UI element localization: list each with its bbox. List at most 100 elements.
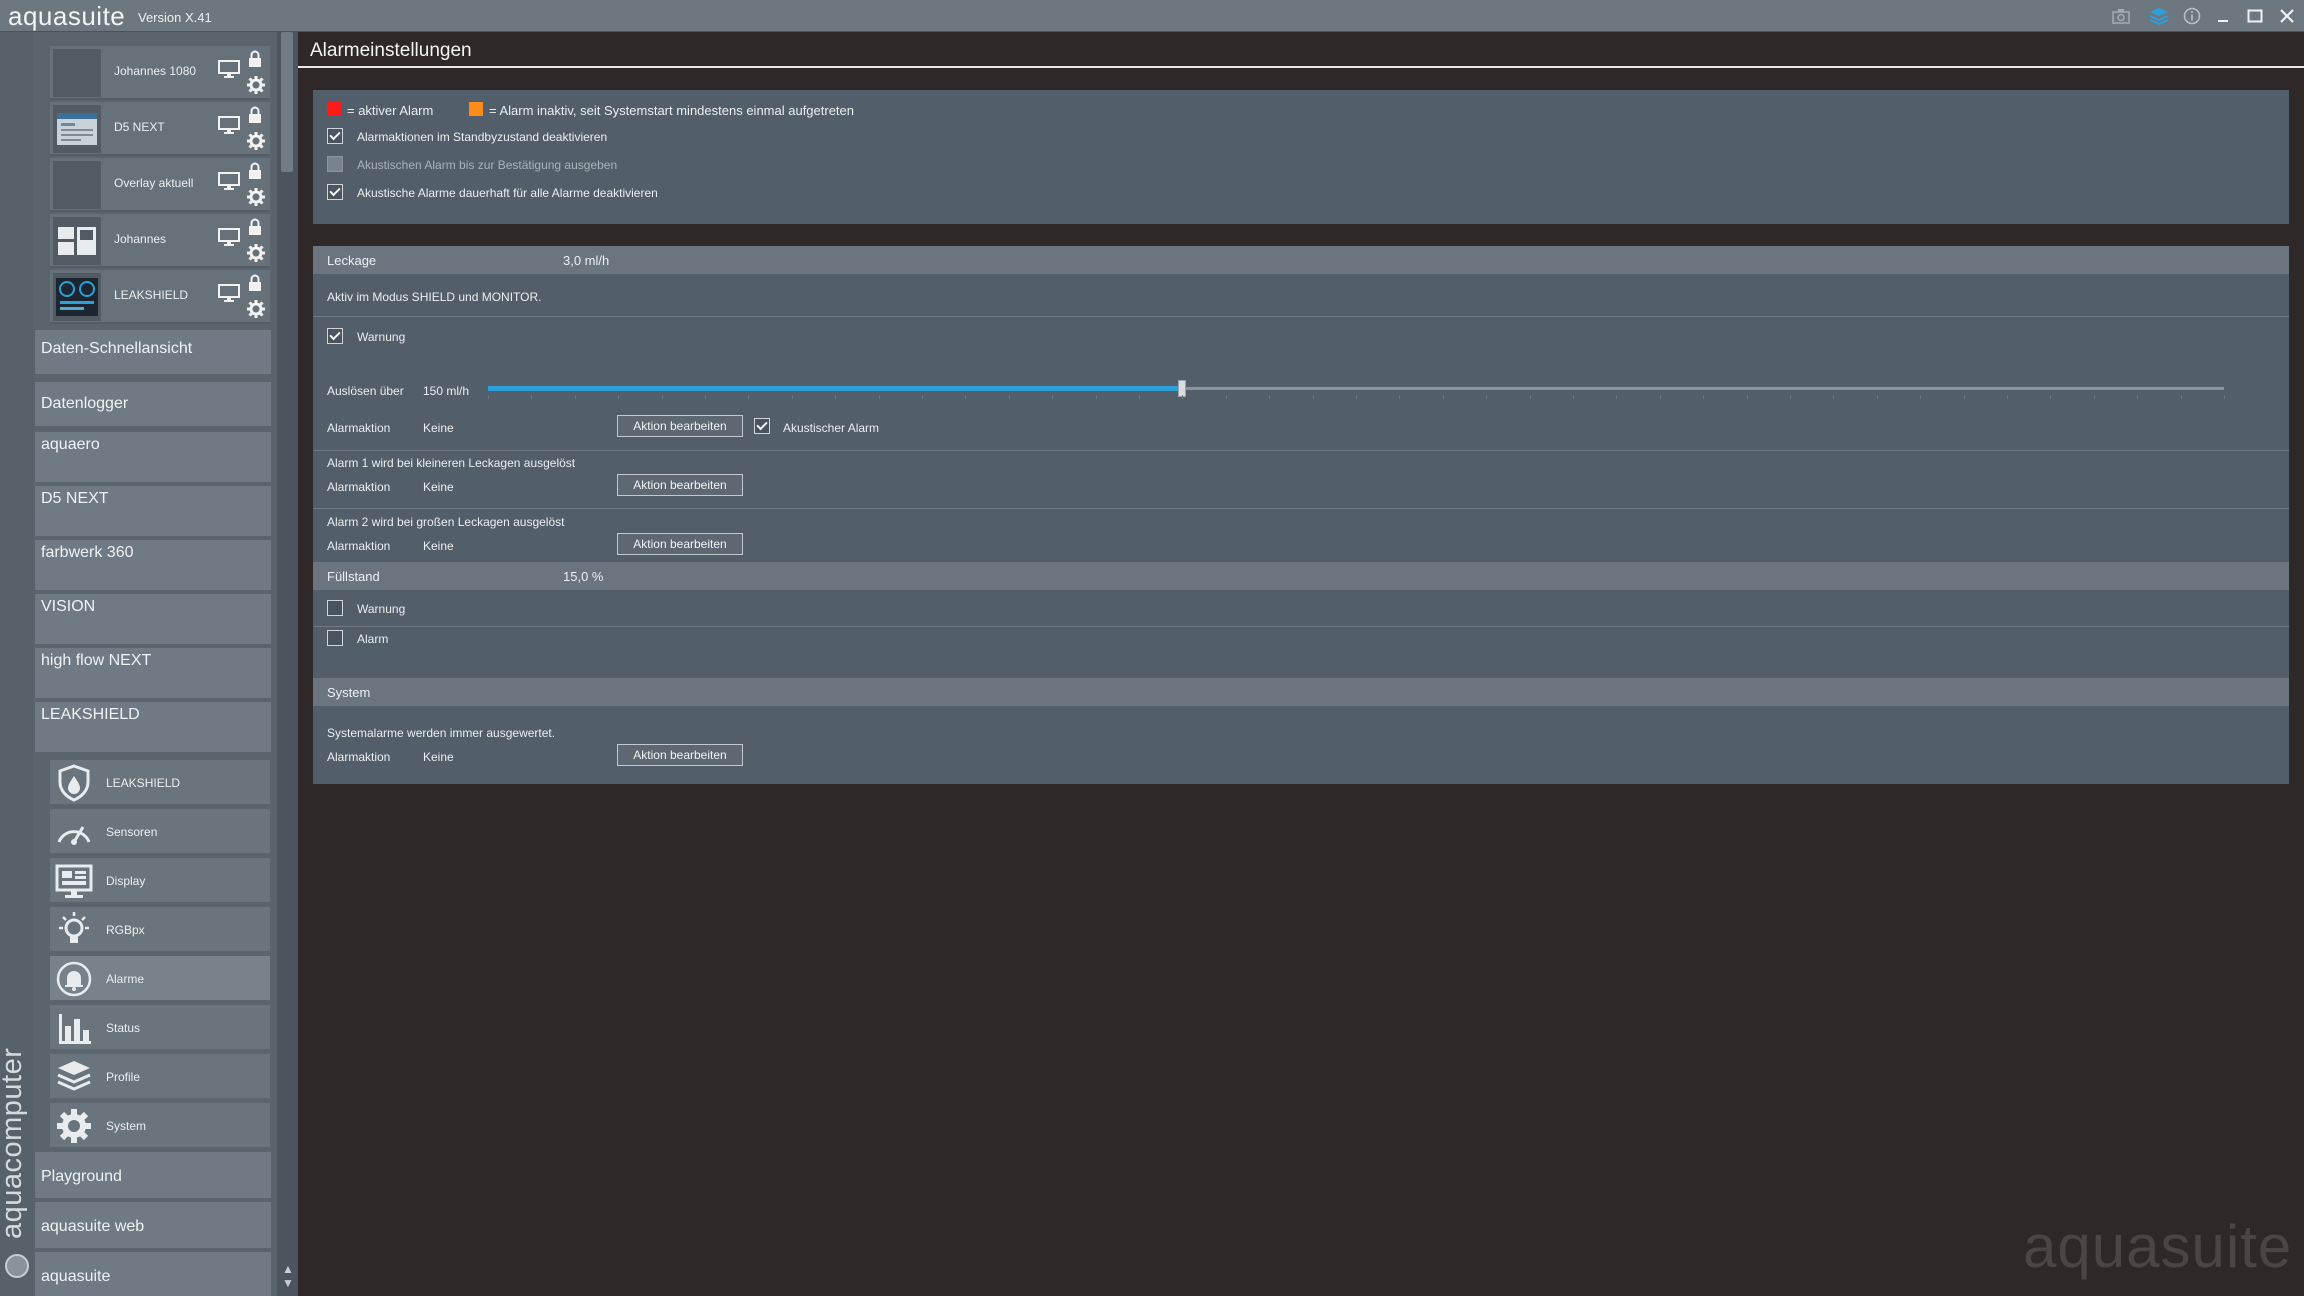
dashboard-label: D5 NEXT bbox=[114, 120, 165, 134]
dashboard-item[interactable]: D5 NEXT bbox=[50, 102, 270, 156]
system-edit-action-button[interactable]: Aktion bearbeiten bbox=[617, 744, 743, 766]
app-version: Version X.41 bbox=[138, 10, 212, 25]
sub-item-system[interactable]: System bbox=[50, 1103, 270, 1149]
sub-item-label: Alarme bbox=[106, 972, 145, 986]
trigger-slider[interactable] bbox=[488, 380, 2225, 399]
alarm2-edit-action-button[interactable]: Aktion bearbeiten bbox=[617, 533, 743, 555]
standby-disable-checkbox[interactable] bbox=[327, 128, 343, 144]
layers-icon[interactable] bbox=[2146, 4, 2172, 28]
inactive-alarm-swatch bbox=[469, 102, 483, 116]
lock-icon[interactable] bbox=[247, 106, 263, 127]
camera-icon[interactable] bbox=[2108, 4, 2134, 28]
nav-item-d5-next[interactable]: D5 NEXT bbox=[35, 486, 271, 538]
monitor-icon[interactable] bbox=[218, 60, 240, 81]
leak-warning-checkbox[interactable] bbox=[327, 328, 343, 344]
general-settings-panel: = aktiver Alarm = Alarm inaktiv, seit Sy… bbox=[313, 90, 2289, 224]
dashboard-item[interactable]: LEAKSHIELD bbox=[50, 270, 270, 324]
monitor-icon[interactable] bbox=[218, 284, 240, 305]
nav-item-aquaero[interactable]: aquaero bbox=[35, 432, 271, 484]
acoustic-disable-all-checkbox[interactable] bbox=[327, 184, 343, 200]
acoustic-disable-all-label: Akustische Alarme dauerhaft für alle Ala… bbox=[357, 186, 658, 200]
sub-item-leakshield[interactable]: LEAKSHIELD bbox=[50, 760, 270, 806]
nav-item-label: aquasuite web bbox=[41, 1218, 145, 1235]
fill-alarm-checkbox[interactable] bbox=[327, 630, 343, 646]
lock-icon[interactable] bbox=[247, 274, 263, 295]
acoustic-until-confirm-checkbox[interactable] bbox=[327, 156, 343, 172]
nav-item-daten-schnellansicht[interactable]: Daten-Schnellansicht bbox=[35, 330, 271, 376]
nav-item-label: VISION bbox=[41, 598, 96, 615]
bulb-icon bbox=[54, 910, 94, 950]
lock-icon[interactable] bbox=[247, 162, 263, 183]
sidebar-scrollbar[interactable]: ▲ ▼ bbox=[277, 32, 298, 1296]
nav-item-playground[interactable]: Playground bbox=[35, 1152, 271, 1200]
gear-icon[interactable] bbox=[247, 188, 265, 209]
leak-header-label: Leckage bbox=[327, 253, 377, 268]
gear-icon[interactable] bbox=[247, 300, 265, 321]
brand-logo-icon bbox=[5, 1254, 29, 1278]
dashboard-item[interactable]: Johannes 1080 bbox=[50, 46, 270, 100]
scroll-down-icon[interactable]: ▲ ▼ bbox=[282, 1262, 294, 1290]
nav-item-vision[interactable]: VISION bbox=[35, 594, 271, 646]
slider-tick bbox=[618, 395, 619, 399]
sub-item-profile[interactable]: Profile bbox=[50, 1054, 270, 1100]
sub-item-alarme[interactable]: Alarme bbox=[50, 956, 270, 1002]
nav-item-label: Datenlogger bbox=[41, 395, 129, 412]
watermark-logo: aquasuite bbox=[2023, 1213, 2293, 1280]
fill-warning-label: Warnung bbox=[357, 602, 406, 616]
gear-icon[interactable] bbox=[247, 244, 265, 265]
slider-tick bbox=[835, 395, 836, 399]
nav-item-label: D5 NEXT bbox=[41, 490, 109, 507]
slider-tick bbox=[575, 395, 576, 399]
fill-warning-checkbox[interactable] bbox=[327, 600, 343, 616]
edit-action-button[interactable]: Aktion bearbeiten bbox=[617, 415, 743, 437]
dashboard-item[interactable]: Johannes bbox=[50, 214, 270, 268]
maximize-icon[interactable] bbox=[2242, 4, 2268, 28]
acoustic-alarm-checkbox[interactable] bbox=[754, 418, 770, 434]
nav-item-leakshield[interactable]: LEAKSHIELD bbox=[35, 702, 271, 754]
system-header-label: System bbox=[327, 685, 371, 700]
slider-tick bbox=[748, 395, 749, 399]
lock-icon[interactable] bbox=[247, 50, 263, 71]
gear-icon[interactable] bbox=[247, 76, 265, 97]
dashboard-item[interactable]: Overlay aktuell bbox=[50, 158, 270, 212]
slider-tick bbox=[1356, 395, 1357, 399]
scrollbar-thumb[interactable] bbox=[281, 32, 293, 172]
monitor-icon[interactable] bbox=[218, 172, 240, 193]
sub-item-label: System bbox=[106, 1119, 147, 1133]
monitor-icon[interactable] bbox=[218, 116, 240, 137]
leak-mode-text: Aktiv im Modus SHIELD und MONITOR. bbox=[327, 290, 542, 304]
slider-tick bbox=[531, 395, 532, 399]
sub-item-label: RGBpx bbox=[106, 923, 145, 937]
slider-tick bbox=[1833, 395, 1834, 399]
system-action-value: Keine bbox=[423, 750, 454, 764]
slider-tick bbox=[1703, 395, 1704, 399]
nav-item-high-flow-next[interactable]: high flow NEXT bbox=[35, 648, 271, 700]
nav-item-aquasuite[interactable]: aquasuite bbox=[35, 1252, 271, 1296]
slider-tick bbox=[1530, 395, 1531, 399]
minimize-icon[interactable] bbox=[2210, 4, 2236, 28]
sub-item-status[interactable]: Status bbox=[50, 1005, 270, 1051]
alarm1-edit-action-button[interactable]: Aktion bearbeiten bbox=[617, 474, 743, 496]
fill-panel-header: Füllstand 15,0 % bbox=[313, 562, 2289, 590]
nav-item-aquasuite-web[interactable]: aquasuite web bbox=[35, 1202, 271, 1250]
close-icon[interactable] bbox=[2274, 4, 2300, 28]
app-title: aquasuite bbox=[8, 1, 126, 31]
layers-icon bbox=[54, 1057, 94, 1097]
main-content: Alarmeinstellungen = aktiver Alarm = Ala… bbox=[298, 32, 2304, 1296]
nav-item-farbwerk-360[interactable]: farbwerk 360 bbox=[35, 540, 271, 592]
legend-active-text: = aktiver Alarm bbox=[347, 103, 434, 118]
lock-icon[interactable] bbox=[247, 218, 263, 239]
slider-tick bbox=[1877, 395, 1878, 399]
sub-item-sensoren[interactable]: Sensoren bbox=[50, 809, 270, 855]
slider-tick bbox=[488, 395, 489, 399]
info-icon[interactable] bbox=[2179, 4, 2205, 28]
monitor-icon[interactable] bbox=[218, 228, 240, 249]
gear-icon[interactable] bbox=[247, 132, 265, 153]
nav-item-datenlogger[interactable]: Datenlogger bbox=[35, 382, 271, 428]
sub-item-rgbpx[interactable]: RGBpx bbox=[50, 907, 270, 953]
acoustic-alarm-label: Akustischer Alarm bbox=[783, 421, 880, 435]
sub-item-display[interactable]: Display bbox=[50, 858, 270, 904]
leak-panel-header: Leckage 3,0 ml/h bbox=[313, 246, 2289, 274]
dashboard-thumbnail bbox=[53, 273, 101, 321]
slider-tick bbox=[1009, 395, 1010, 399]
